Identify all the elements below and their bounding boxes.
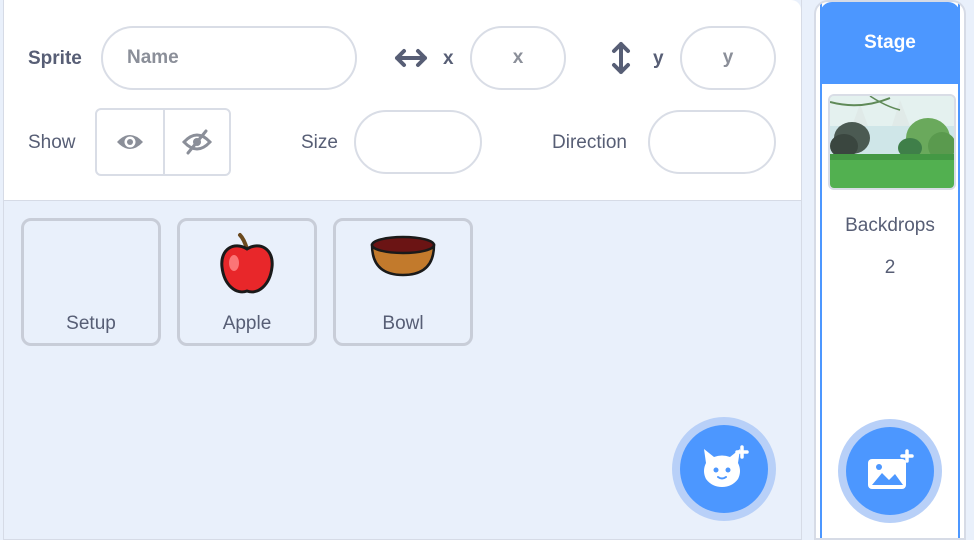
y-placeholder: y xyxy=(722,47,734,68)
show-sprite-button[interactable] xyxy=(97,110,163,174)
x-input[interactable]: x xyxy=(470,26,566,90)
sprite-name-placeholder: Name xyxy=(127,47,179,68)
sprite-tile-label: Setup xyxy=(66,313,116,334)
sprite-tile-setup[interactable]: Setup xyxy=(21,218,161,346)
eye-icon xyxy=(117,135,143,149)
backdrop-thumbnail xyxy=(828,94,956,190)
hide-sprite-button[interactable] xyxy=(163,110,229,174)
bowl-icon xyxy=(370,235,436,277)
backdrops-label: Backdrops xyxy=(845,215,935,236)
image-plus-icon xyxy=(868,449,914,489)
apple-icon xyxy=(220,233,274,294)
choose-backdrop-button[interactable] xyxy=(846,427,934,515)
x-label: x xyxy=(443,48,454,69)
choose-backdrop-button-ring xyxy=(838,419,942,523)
y-input[interactable]: y xyxy=(680,26,776,90)
stage-header: Stage xyxy=(820,2,960,84)
sprite-tile-label: Bowl xyxy=(382,313,424,334)
y-label: y xyxy=(653,48,664,69)
vertical-arrows-icon xyxy=(612,42,630,74)
direction-label: Direction xyxy=(552,132,627,153)
eye-slash-icon xyxy=(182,129,212,155)
forest-backdrop-image xyxy=(830,96,954,188)
stage-title: Stage xyxy=(864,32,916,53)
cat-plus-icon xyxy=(704,445,749,487)
show-toggle-group xyxy=(95,108,231,176)
sprite-info-panel: Sprite Name x x y y Show Size Direction xyxy=(4,0,801,201)
size-input[interactable] xyxy=(354,110,482,174)
sprite-pane: Sprite Name x x y y Show Size Direction … xyxy=(3,0,802,540)
choose-sprite-button-ring xyxy=(672,417,776,521)
choose-sprite-button[interactable] xyxy=(680,425,768,513)
sprite-tile-label: Apple xyxy=(222,313,272,334)
horizontal-arrows-icon xyxy=(395,49,427,67)
x-placeholder: x xyxy=(512,47,524,68)
sprite-tile-bowl[interactable]: Bowl xyxy=(333,218,473,346)
direction-input[interactable] xyxy=(648,110,776,174)
sprite-tile-apple[interactable]: Apple xyxy=(177,218,317,346)
stage-pane[interactable]: Stage Backdrops 2 xyxy=(814,0,966,540)
sprite-name-input[interactable]: Name xyxy=(101,26,357,90)
size-label: Size xyxy=(301,132,338,153)
show-label: Show xyxy=(28,132,76,153)
backdrops-count: 2 xyxy=(884,257,896,278)
sprite-label: Sprite xyxy=(28,48,82,69)
